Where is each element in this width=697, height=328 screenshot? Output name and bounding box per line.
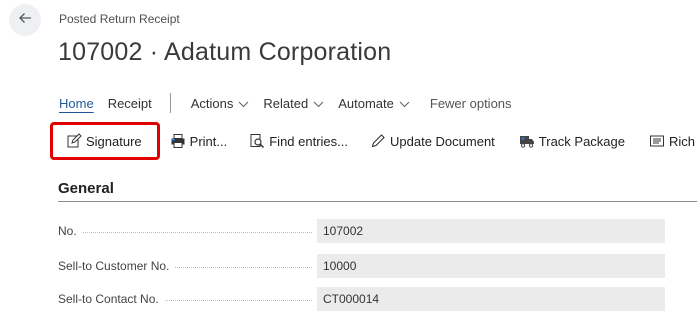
- printer-icon: [170, 133, 186, 149]
- tab-receipt[interactable]: Receipt: [108, 96, 152, 111]
- field-value-no[interactable]: 107002: [317, 219, 665, 243]
- field-row-sell-to-customer-no: Sell-to Customer No. 10000: [58, 254, 697, 278]
- fewer-options-button[interactable]: Fewer options: [430, 96, 512, 111]
- field-label-sell-to-contact-no: Sell-to Contact No.: [58, 292, 316, 306]
- find-entries-button[interactable]: Find entries...: [249, 121, 348, 161]
- track-package-label: Track Package: [538, 133, 626, 149]
- arrow-left-icon: [17, 10, 33, 31]
- field-row-sell-to-contact-no: Sell-to Contact No. CT000014: [58, 287, 697, 311]
- field-label-text: Sell-to Customer No.: [58, 259, 170, 273]
- rich-text-button[interactable]: Rich Text: [649, 121, 697, 161]
- chevron-down-icon: [313, 96, 324, 111]
- action-bar-divider: [169, 93, 171, 113]
- menu-actions[interactable]: Actions: [191, 96, 250, 111]
- general-section-title[interactable]: General: [58, 180, 114, 197]
- print-button[interactable]: Print...: [170, 121, 228, 161]
- menu-automate-label: Automate: [338, 95, 394, 111]
- chevron-down-icon: [399, 96, 410, 111]
- print-label: Print...: [189, 133, 228, 149]
- menu-related[interactable]: Related: [263, 96, 324, 111]
- section-divider: [58, 201, 697, 202]
- field-value-sell-to-contact-no[interactable]: CT000014: [317, 287, 665, 311]
- leader-dots: [82, 232, 312, 233]
- page-title: 107002 · Adatum Corporation: [58, 38, 392, 66]
- field-value-sell-to-customer-no[interactable]: 10000: [317, 254, 665, 278]
- chevron-down-icon: [238, 96, 249, 111]
- field-row-no: No. 107002: [58, 219, 697, 243]
- menu-actions-label: Actions: [190, 95, 234, 111]
- signature-button[interactable]: Signature: [50, 122, 160, 160]
- signature-label: Signature: [86, 133, 142, 149]
- edit-document-icon: [66, 133, 82, 149]
- field-label-sell-to-customer-no: Sell-to Customer No.: [58, 259, 316, 273]
- rich-text-label: Rich Text: [669, 133, 697, 149]
- back-button[interactable]: [9, 4, 41, 36]
- update-document-button[interactable]: Update Document: [370, 121, 495, 161]
- update-document-label: Update Document: [390, 133, 495, 149]
- find-entries-icon: [249, 133, 265, 149]
- field-label-text: Sell-to Contact No.: [58, 292, 159, 306]
- promoted-toolbar: Signature Print... Find entries... Updat…: [50, 121, 697, 161]
- find-entries-label: Find entries...: [269, 133, 348, 149]
- leader-dots: [164, 300, 312, 301]
- action-bar: Home Receipt Actions Related Automate Fe…: [59, 92, 526, 114]
- field-label-no: No.: [58, 224, 316, 238]
- truck-icon: [519, 133, 535, 149]
- rich-text-icon: [649, 133, 665, 149]
- menu-related-label: Related: [263, 95, 309, 111]
- track-package-button[interactable]: Track Package: [519, 121, 625, 161]
- tab-home[interactable]: Home: [59, 96, 94, 111]
- pencil-icon: [370, 133, 386, 149]
- field-label-text: No.: [58, 224, 77, 238]
- leader-dots: [175, 267, 312, 268]
- page-caption: Posted Return Receipt: [59, 12, 180, 26]
- menu-automate[interactable]: Automate: [338, 96, 410, 111]
